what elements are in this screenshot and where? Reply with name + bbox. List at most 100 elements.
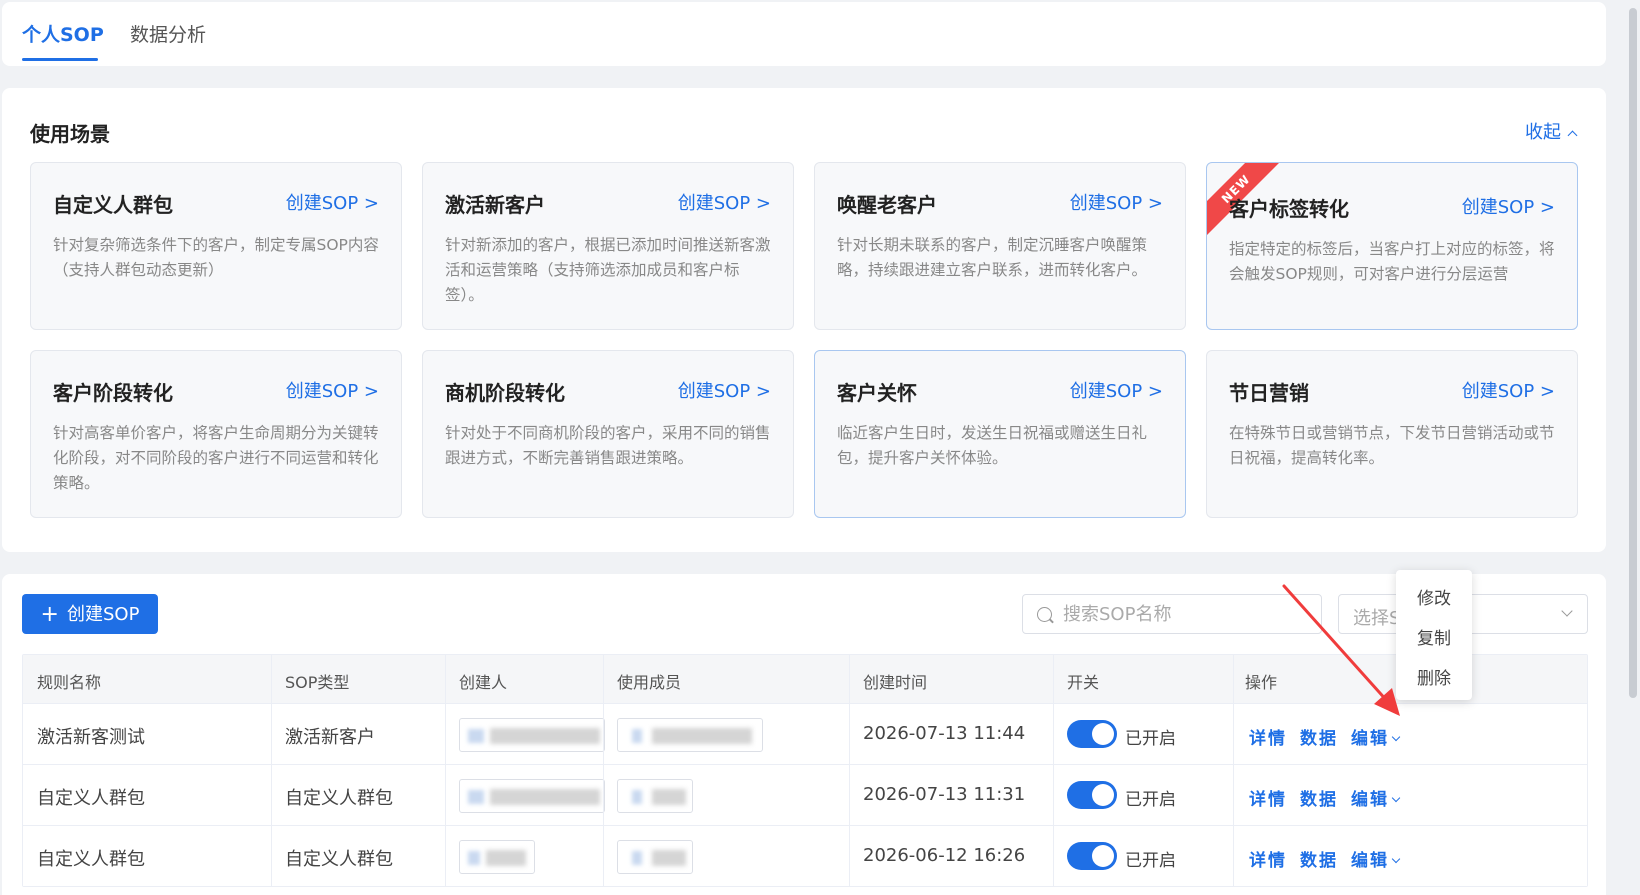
header-created-time: 创建时间 (863, 673, 928, 692)
status-toggle[interactable] (1067, 781, 1117, 809)
card-title: 商机阶段转化 (445, 381, 565, 405)
create-sop-link[interactable]: 创建SOP > (678, 189, 771, 215)
card-description: 在特殊节日或营销节点，下发节日营销活动或节日祝福，提高转化率。 (1229, 424, 1555, 467)
top-tab-bar: 个人SOP 数据分析 (2, 2, 1606, 66)
create-sop-button[interactable]: + 创建SOP (22, 594, 158, 634)
usage-scenes-panel: 使用场景 收起 自定义人群包 创建SOP > 针对复杂筛选条件下的客户，制定专属… (2, 88, 1606, 552)
sop-table: 规则名称 SOP类型 创建人 使用成员 创建时间 开关 操作 激活新客测试 激活… (22, 654, 1588, 887)
sop-list-panel: + 创建SOP 选择S 规则名称 SOP类型 创建人 使用成员 创建时间 开关 操… (2, 574, 1606, 895)
plus-icon: + (40, 602, 59, 627)
rule-name: 自定义人群包 (37, 788, 145, 809)
edit-label: 编辑 (1351, 790, 1389, 810)
header-switch: 开关 (1067, 673, 1100, 692)
toggle-label: 已开启 (1125, 790, 1176, 810)
chevron-down-icon (1391, 854, 1401, 864)
search-icon (1037, 607, 1052, 622)
menu-item-delete[interactable]: 删除 (1396, 664, 1472, 689)
edit-label: 编辑 (1351, 729, 1389, 749)
column-divider (849, 655, 850, 886)
menu-item-copy[interactable]: 复制 (1396, 624, 1472, 649)
header-sop-type: SOP类型 (285, 673, 350, 692)
scene-card-custom-crowd: 自定义人群包 创建SOP > 针对复杂筛选条件下的客户，制定专属SOP内容（支持… (30, 162, 402, 330)
detail-link[interactable]: 详情 (1249, 846, 1287, 871)
column-divider (603, 655, 604, 886)
card-title: 唤醒老客户 (837, 193, 937, 217)
header-rule-name: 规则名称 (37, 673, 102, 692)
sop-type: 自定义人群包 (285, 849, 393, 870)
sop-type: 自定义人群包 (285, 788, 393, 809)
create-sop-link[interactable]: 创建SOP > (1070, 377, 1163, 403)
data-link[interactable]: 数据 (1300, 846, 1338, 871)
create-sop-link[interactable]: 创建SOP > (678, 377, 771, 403)
menu-item-modify[interactable]: 修改 (1396, 584, 1472, 609)
card-title: 客户阶段转化 (53, 381, 173, 405)
edit-dropdown-trigger[interactable]: 编辑 (1351, 785, 1401, 810)
table-row: 自定义人群包 自定义人群包 2026-07-13 11:31 已开启 详情 数据… (23, 764, 1587, 825)
chevron-down-icon (1561, 605, 1573, 617)
scene-card-activate-new: 激活新客户 创建SOP > 针对新添加的客户，根据已添加时间推送新客激活和运营策… (422, 162, 794, 330)
data-link[interactable]: 数据 (1300, 724, 1338, 749)
created-time: 2026-07-13 11:44 (863, 723, 1026, 744)
header-operations: 操作 (1245, 673, 1278, 692)
create-sop-link[interactable]: 创建SOP > (1462, 193, 1555, 219)
collapse-button[interactable]: 收起 (1525, 118, 1578, 144)
card-description: 针对复杂筛选条件下的客户，制定专属SOP内容（支持人群包动态更新） (53, 236, 379, 279)
create-sop-link[interactable]: 创建SOP > (1070, 189, 1163, 215)
creator-blurred (459, 779, 605, 813)
active-tab-indicator (22, 58, 98, 61)
column-divider (271, 655, 272, 886)
scene-card-holiday-marketing: 节日营销 创建SOP > 在特殊节日或营销节点，下发节日营销活动或节日祝福，提高… (1206, 350, 1578, 518)
members-blurred (617, 718, 763, 752)
edit-dropdown-trigger[interactable]: 编辑 (1351, 724, 1401, 749)
tab-data-analysis[interactable]: 数据分析 (130, 20, 206, 47)
data-link[interactable]: 数据 (1300, 785, 1338, 810)
scene-card-customer-care: 客户关怀 创建SOP > 临近客户生日时，发送生日祝福或赠送生日礼包，提升客户关… (814, 350, 1186, 518)
create-sop-link[interactable]: 创建SOP > (1462, 377, 1555, 403)
card-title: 客户标签转化 (1229, 197, 1349, 221)
create-sop-link[interactable]: 创建SOP > (286, 377, 379, 403)
collapse-label: 收起 (1525, 122, 1561, 143)
card-title: 激活新客户 (445, 193, 545, 217)
card-title: 客户关怀 (837, 381, 917, 405)
scenes-title: 使用场景 (30, 122, 110, 146)
scene-card-customer-stage: 客户阶段转化 创建SOP > 针对高客单价客户，将客户生命周期分为关键转化阶段，… (30, 350, 402, 518)
chevron-down-icon (1391, 793, 1401, 803)
search-input[interactable] (1063, 601, 1313, 627)
edit-label: 编辑 (1351, 851, 1389, 871)
table-row: 自定义人群包 自定义人群包 2026-06-12 16:26 已开启 详情 数据… (23, 825, 1587, 886)
table-row: 激活新客测试 激活新客户 2026-07-13 11:44 已开启 详情 数据 … (23, 703, 1587, 764)
card-description: 针对新添加的客户，根据已添加时间推送新客激活和运营策略（支持筛选添加成员和客户标… (445, 236, 771, 304)
card-description: 针对长期未联系的客户，制定沉睡客户唤醒策略，持续跟进建立客户联系，进而转化客户。 (837, 236, 1148, 279)
detail-link[interactable]: 详情 (1249, 724, 1287, 749)
search-box (1022, 594, 1322, 634)
page-scrollbar[interactable] (1626, 0, 1640, 895)
rule-name: 自定义人群包 (37, 849, 145, 870)
members-blurred (617, 840, 693, 874)
card-title: 自定义人群包 (53, 193, 173, 217)
creator-blurred (459, 718, 605, 752)
detail-link[interactable]: 详情 (1249, 785, 1287, 810)
members-blurred (617, 779, 693, 813)
creator-blurred (459, 840, 535, 874)
header-members: 使用成员 (617, 673, 682, 692)
toggle-label: 已开启 (1125, 729, 1176, 749)
edit-dropdown-trigger[interactable]: 编辑 (1351, 846, 1401, 871)
scrollbar-thumb[interactable] (1629, 8, 1637, 698)
column-divider (445, 655, 446, 886)
column-divider (1233, 655, 1234, 886)
rule-name: 激活新客测试 (37, 727, 145, 748)
status-toggle[interactable] (1067, 842, 1117, 870)
select-placeholder: 选择S (1353, 608, 1401, 629)
tab-personal-sop[interactable]: 个人SOP (22, 20, 104, 47)
status-toggle[interactable] (1067, 720, 1117, 748)
created-time: 2026-06-12 16:26 (863, 845, 1026, 866)
scene-card-wake-old: 唤醒老客户 创建SOP > 针对长期未联系的客户，制定沉睡客户唤醒策略，持续跟进… (814, 162, 1186, 330)
scene-card-opportunity-stage: 商机阶段转化 创建SOP > 针对处于不同商机阶段的客户，采用不同的销售跟进方式… (422, 350, 794, 518)
table-header: 规则名称 SOP类型 创建人 使用成员 创建时间 开关 操作 (23, 655, 1587, 703)
edit-dropdown-menu: 修改 复制 删除 (1396, 570, 1472, 700)
toggle-label: 已开启 (1125, 851, 1176, 871)
create-sop-link[interactable]: 创建SOP > (286, 189, 379, 215)
card-description: 针对处于不同商机阶段的客户，采用不同的销售跟进方式，不断完善销售跟进策略。 (445, 424, 771, 467)
chevron-down-icon (1391, 732, 1401, 742)
chevron-up-icon (1567, 130, 1578, 141)
